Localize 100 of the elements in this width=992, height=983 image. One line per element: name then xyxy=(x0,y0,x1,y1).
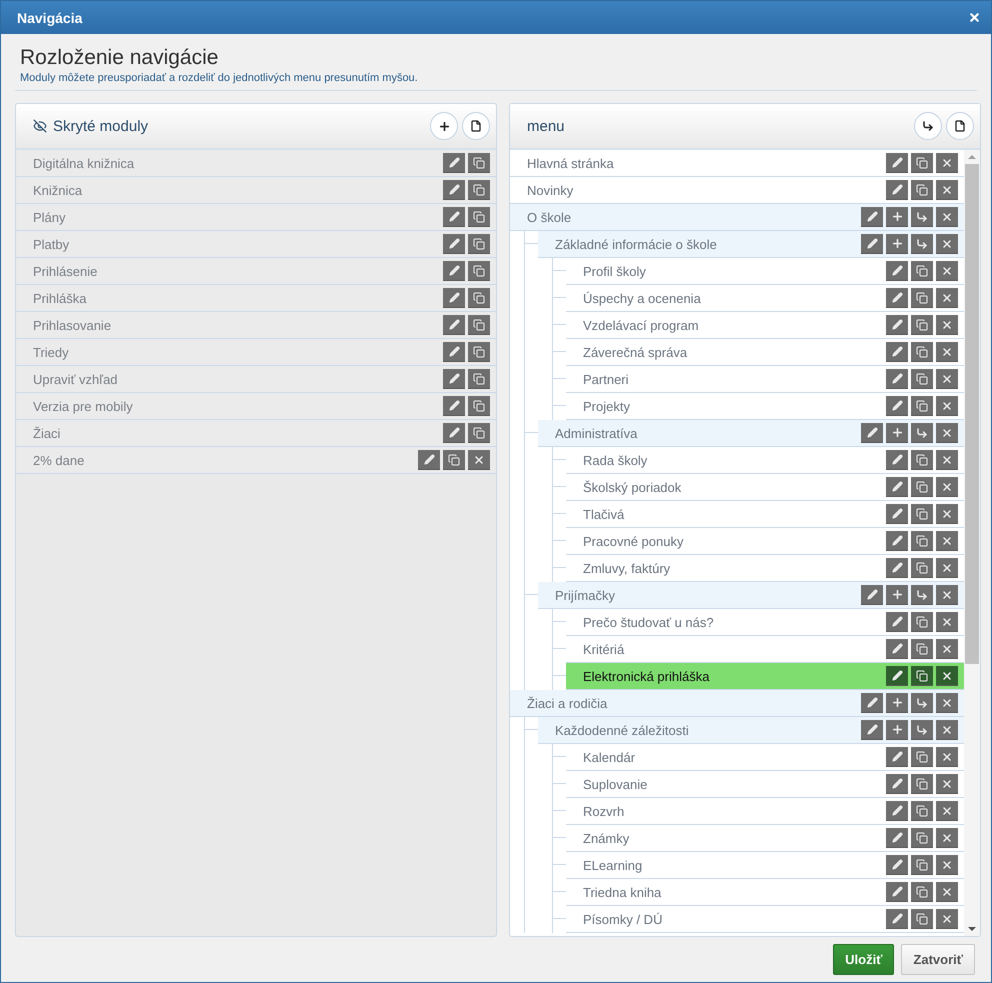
edit-button[interactable] xyxy=(886,504,908,524)
add-button[interactable] xyxy=(886,207,908,227)
copy-button[interactable] xyxy=(911,747,933,767)
delete-button[interactable] xyxy=(936,423,958,443)
delete-button[interactable] xyxy=(936,774,958,794)
edit-button[interactable] xyxy=(886,747,908,767)
delete-button[interactable] xyxy=(936,720,958,740)
edit-button[interactable] xyxy=(886,369,908,389)
delete-button[interactable] xyxy=(936,693,958,713)
copy-button[interactable] xyxy=(468,234,490,254)
delete-button[interactable] xyxy=(936,342,958,362)
scroll-down-icon[interactable] xyxy=(968,927,976,931)
move-button[interactable] xyxy=(911,720,933,740)
edit-button[interactable] xyxy=(886,261,908,281)
copy-button[interactable] xyxy=(911,801,933,821)
copy-button[interactable] xyxy=(911,558,933,578)
add-button[interactable] xyxy=(886,585,908,605)
delete-button[interactable] xyxy=(936,450,958,470)
copy-button[interactable] xyxy=(468,288,490,308)
copy-button[interactable] xyxy=(911,855,933,875)
module-item[interactable]: Prihlasovanie xyxy=(16,312,496,339)
module-item[interactable]: Digitálna knižnica xyxy=(16,150,496,177)
edit-button[interactable] xyxy=(886,801,908,821)
edit-button[interactable] xyxy=(886,153,908,173)
copy-button[interactable] xyxy=(468,261,490,281)
module-item[interactable]: Verzia pre mobily xyxy=(16,393,496,420)
edit-button[interactable] xyxy=(443,369,465,389)
copy-button[interactable] xyxy=(468,180,490,200)
edit-button[interactable] xyxy=(886,774,908,794)
edit-button[interactable] xyxy=(886,396,908,416)
edit-button[interactable] xyxy=(443,261,465,281)
edit-button[interactable] xyxy=(886,288,908,308)
page-button[interactable] xyxy=(462,112,490,140)
edit-button[interactable] xyxy=(443,315,465,335)
delete-button[interactable] xyxy=(936,531,958,551)
module-item[interactable]: Upraviť vzhľad xyxy=(16,366,496,393)
edit-button[interactable] xyxy=(861,585,883,605)
copy-button[interactable] xyxy=(468,396,490,416)
delete-button[interactable] xyxy=(468,450,490,470)
copy-button[interactable] xyxy=(911,369,933,389)
module-item[interactable]: Platby xyxy=(16,231,496,258)
copy-button[interactable] xyxy=(911,639,933,659)
close-button[interactable]: Zatvoriť xyxy=(901,944,975,975)
copy-button[interactable] xyxy=(911,882,933,902)
edit-button[interactable] xyxy=(886,639,908,659)
delete-button[interactable] xyxy=(936,801,958,821)
move-button[interactable] xyxy=(911,423,933,443)
copy-button[interactable] xyxy=(468,153,490,173)
delete-button[interactable] xyxy=(936,585,958,605)
module-item[interactable]: Prihláška xyxy=(16,285,496,312)
copy-button[interactable] xyxy=(911,315,933,335)
edit-button[interactable] xyxy=(443,180,465,200)
copy-button[interactable] xyxy=(911,450,933,470)
edit-button[interactable] xyxy=(443,288,465,308)
edit-button[interactable] xyxy=(886,909,908,929)
delete-button[interactable] xyxy=(936,504,958,524)
save-button[interactable]: Uložiť xyxy=(833,944,894,975)
copy-button[interactable] xyxy=(468,207,490,227)
edit-button[interactable] xyxy=(443,423,465,443)
copy-button[interactable] xyxy=(468,315,490,335)
move-button[interactable] xyxy=(911,207,933,227)
edit-button[interactable] xyxy=(886,612,908,632)
delete-button[interactable] xyxy=(936,261,958,281)
edit-button[interactable] xyxy=(443,153,465,173)
module-item[interactable]: Žiaci xyxy=(16,420,496,447)
delete-button[interactable] xyxy=(936,153,958,173)
edit-button[interactable] xyxy=(886,450,908,470)
edit-button[interactable] xyxy=(886,342,908,362)
module-item[interactable]: Prihlásenie xyxy=(16,258,496,285)
add-button[interactable] xyxy=(886,693,908,713)
copy-button[interactable] xyxy=(911,612,933,632)
module-item[interactable]: 2% dane xyxy=(16,447,496,474)
edit-button[interactable] xyxy=(886,855,908,875)
copy-button[interactable] xyxy=(468,342,490,362)
edit-button[interactable] xyxy=(886,666,908,686)
add-button[interactable] xyxy=(886,234,908,254)
delete-button[interactable] xyxy=(936,666,958,686)
edit-button[interactable] xyxy=(861,720,883,740)
edit-button[interactable] xyxy=(886,531,908,551)
edit-button[interactable] xyxy=(886,828,908,848)
edit-button[interactable] xyxy=(886,558,908,578)
delete-button[interactable] xyxy=(936,909,958,929)
delete-button[interactable] xyxy=(936,855,958,875)
edit-button[interactable] xyxy=(443,396,465,416)
edit-button[interactable] xyxy=(418,450,440,470)
copy-button[interactable] xyxy=(911,666,933,686)
delete-button[interactable] xyxy=(936,477,958,497)
copy-button[interactable] xyxy=(911,342,933,362)
scrollbar[interactable] xyxy=(964,150,980,936)
edit-button[interactable] xyxy=(861,693,883,713)
module-item[interactable]: Triedy xyxy=(16,339,496,366)
copy-button[interactable] xyxy=(911,774,933,794)
edit-button[interactable] xyxy=(443,234,465,254)
copy-button[interactable] xyxy=(911,504,933,524)
delete-button[interactable] xyxy=(936,207,958,227)
copy-button[interactable] xyxy=(911,180,933,200)
edit-button[interactable] xyxy=(861,207,883,227)
delete-button[interactable] xyxy=(936,612,958,632)
delete-button[interactable] xyxy=(936,747,958,767)
edit-button[interactable] xyxy=(886,180,908,200)
